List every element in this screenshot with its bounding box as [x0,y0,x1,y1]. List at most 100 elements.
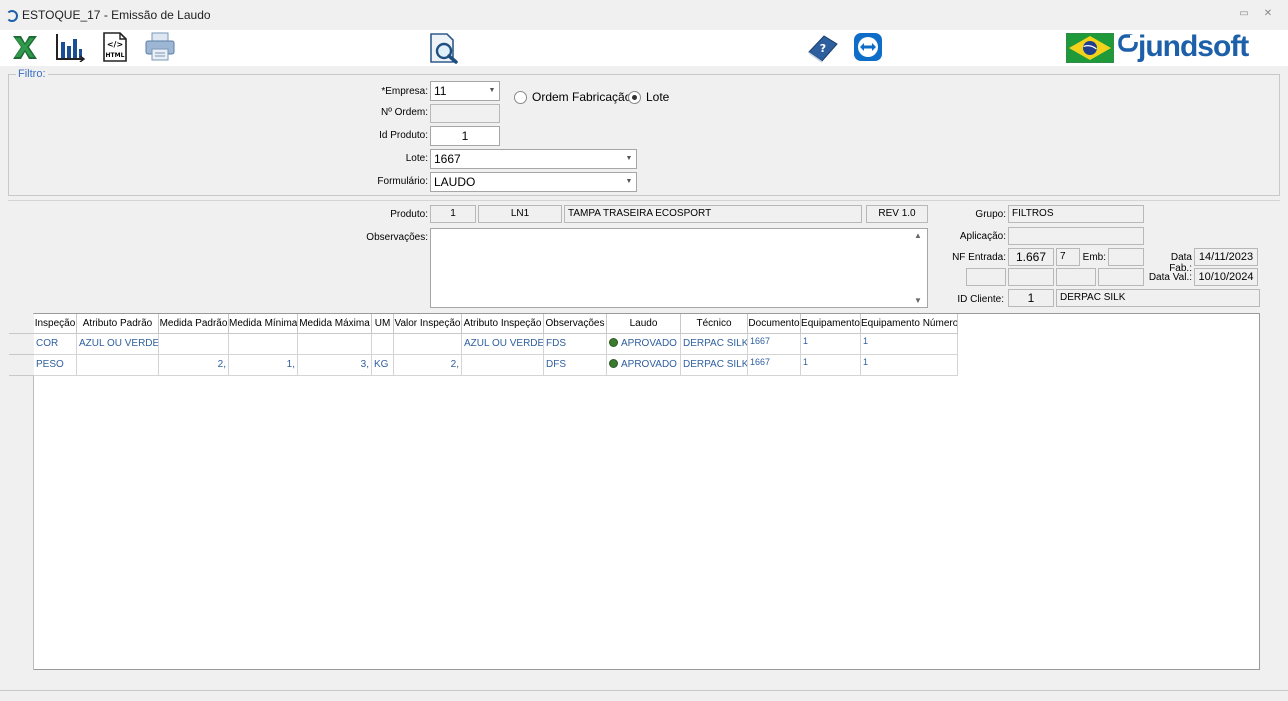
filter-group [8,74,1280,196]
app-icon [6,10,18,22]
col-atributo-padrao-cell[interactable]: AZUL OU VERDE [77,334,159,355]
col-medida-minima-header[interactable]: Medida Mínima [229,314,298,334]
col-medida-maxima-header[interactable]: Medida Máxima [298,314,372,334]
laudo-text: APROVADO [621,359,677,370]
col-tecnico-cell[interactable]: DERPAC SILK [681,334,748,355]
formulario-value: LAUDO [434,175,476,189]
close-button[interactable]: ✕ [1262,8,1274,20]
col-equipamento-cell[interactable]: 1 [801,334,861,355]
cliente-nome: DERPAC SILK [1056,289,1260,307]
col-equipamento-header[interactable]: Equipamento [801,314,861,334]
col-equipamento-numero-cell[interactable]: 1 [861,355,958,376]
empresa-combo[interactable]: 11 ▼ [430,81,500,101]
formulario-combo[interactable]: LAUDO ▼ [430,172,637,192]
col-observacoes-cell[interactable]: FDS [544,334,607,355]
col-valor-inspecao-header[interactable]: Valor Inspeção [394,314,462,334]
chevron-down-icon[interactable]: ▼ [622,150,636,168]
emb-value [1108,248,1144,266]
formulario-label: Formulário: [377,176,428,187]
col-laudo-header[interactable]: Laudo [607,314,681,334]
printer-icon[interactable] [144,32,175,62]
observacoes-textarea[interactable]: ▲ ▼ [430,228,928,308]
id-produto-field[interactable]: 1 [430,126,500,146]
col-inspecao-header[interactable]: Inspeção [34,314,77,334]
radio-ordem-label: Ordem Fabricação [532,90,632,104]
col-atributo-inspecao-cell[interactable] [462,355,544,376]
col-equipamento-cell[interactable]: 1 [801,355,861,376]
col-tecnico-header[interactable]: Técnico [681,314,748,334]
chevron-down-icon[interactable]: ▼ [485,82,499,100]
row-header[interactable] [9,334,34,355]
blank-field-2 [1008,268,1054,286]
col-documento-cell[interactable]: 1667 [748,334,801,355]
col-um-header[interactable]: UM [372,314,394,334]
col-laudo-cell[interactable]: APROVADO [607,355,681,376]
html-caption-label: HTML [106,52,125,59]
col-medida-padrao-cell[interactable] [159,334,229,355]
col-atributo-inspecao-header[interactable]: Atributo Inspeção [462,314,544,334]
col-atributo-padrao-header[interactable]: Atributo Padrão [77,314,159,334]
observacoes-scrollbar[interactable]: ▲ ▼ [910,229,927,307]
lote-label: Lote: [405,153,428,164]
chart-icon[interactable] [54,32,86,63]
status-dot-icon [609,359,618,368]
radio-lote-label: Lote [646,90,670,104]
col-valor-inspecao-cell[interactable] [394,334,462,355]
html-icon[interactable]: </> HTML [102,32,132,62]
col-observacoes-cell[interactable]: DFS [544,355,607,376]
emb-label: Emb: [1082,252,1106,263]
col-atributo-inspecao-cell[interactable]: AZUL OU VERDE [462,334,544,355]
col-inspecao-cell[interactable]: PESO [34,355,77,376]
logo-text: jundsoft [1138,30,1249,63]
restore-button[interactable]: ▭ [1238,8,1250,20]
ordem-field[interactable] [430,104,500,123]
col-atributo-padrao-cell[interactable] [77,355,159,376]
col-inspecao-cell[interactable]: COR [34,334,77,355]
col-um-cell[interactable]: KG [372,355,394,376]
excel-icon[interactable] [10,32,40,62]
col-observacoes-header[interactable]: Observações [544,314,607,334]
radio-circle-selected[interactable] [628,91,641,104]
row-header[interactable] [9,355,34,376]
col-laudo-cell[interactable]: APROVADO [607,334,681,355]
col-medida-minima-cell[interactable] [229,334,298,355]
col-um-cell[interactable] [372,334,394,355]
data-fab-value: 14/11/2023 [1194,248,1258,266]
id-produto-label: Id Produto: [379,130,428,141]
teamviewer-icon[interactable] [853,32,883,62]
col-equipamento-numero-header[interactable]: Equipamento Número [861,314,958,334]
radio-circle[interactable] [514,91,527,104]
ordem-label: Nº Ordem: [381,107,428,118]
col-medida-maxima-cell[interactable]: 3, [298,355,372,376]
data-val-value: 10/10/2024 [1194,268,1258,286]
col-tecnico-cell[interactable]: DERPAC SILK [681,355,748,376]
col-documento-header[interactable]: Documento [748,314,801,334]
nf-seq-value: 7 [1056,248,1080,266]
col-equipamento-numero-cell[interactable]: 1 [861,334,958,355]
data-fab-label: Data Fab.: [1169,252,1192,274]
blank-field-4 [1098,268,1144,286]
col-medida-padrao-cell[interactable]: 2, [159,355,229,376]
col-documento-cell[interactable]: 1667 [748,355,801,376]
col-medida-minima-cell[interactable]: 1, [229,355,298,376]
nf-entrada-label: NF Entrada: [952,252,1006,263]
status-bar [0,690,1288,701]
produto-label: Produto: [390,209,428,220]
chevron-down-icon[interactable]: ▼ [622,173,636,191]
status-dot-icon [609,338,618,347]
nf-entrada-value: 1.667 [1008,248,1054,266]
observacoes-label: Observações: [366,232,428,243]
scroll-down-icon[interactable]: ▼ [914,296,922,305]
search-document-icon[interactable] [428,32,458,64]
data-val-label: Data Val.: [1148,272,1192,283]
produto-code: LN1 [478,205,562,223]
col-medida-padrao-header[interactable]: Medida Padrão [159,314,229,334]
scroll-up-icon[interactable]: ▲ [914,231,922,240]
lote-combo[interactable]: 1667 ▼ [430,149,637,169]
help-book-icon[interactable]: ? [806,32,838,63]
laudo-text: APROVADO [621,338,677,349]
col-medida-maxima-cell[interactable] [298,334,372,355]
col-valor-inspecao-cell[interactable]: 2, [394,355,462,376]
html-code-label: </> [107,40,123,49]
produto-id: 1 [430,205,476,223]
